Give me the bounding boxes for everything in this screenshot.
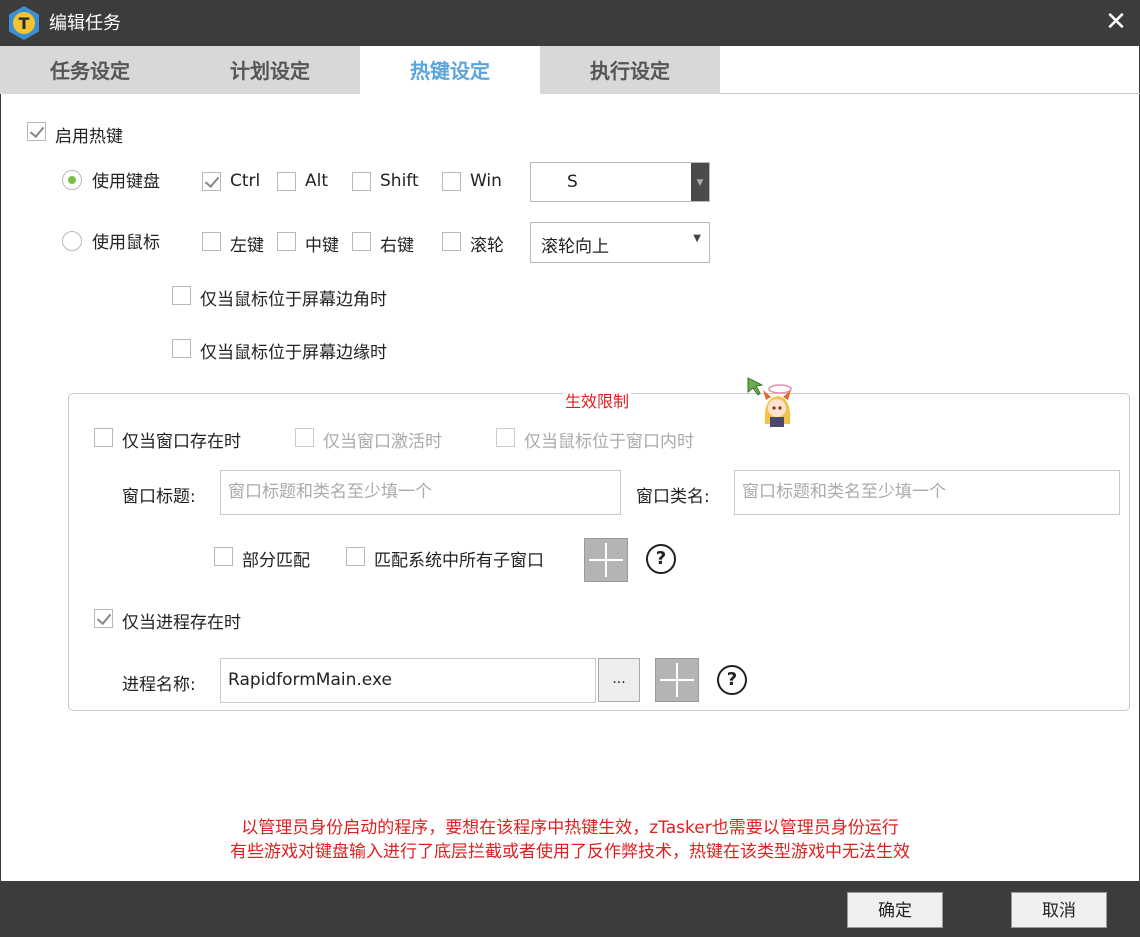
close-icon[interactable]: ✕ <box>1102 8 1130 36</box>
shift-checkbox[interactable] <box>352 172 371 191</box>
left-button-checkbox[interactable] <box>202 232 221 251</box>
window-class-label: 窗口类名: <box>636 487 710 507</box>
tab-hotkey-settings[interactable]: 热键设定 <box>360 46 540 94</box>
right-button-checkbox[interactable] <box>352 232 371 251</box>
tab-bar: 任务设定 计划设定 热键设定 执行设定 <box>0 46 1140 94</box>
match-children-checkbox[interactable] <box>346 547 365 566</box>
window-class-input[interactable]: 窗口标题和类名至少填一个 <box>734 470 1120 515</box>
anticheat-warning-note: 有些游戏对键盘输入进行了底层拦截或者使用了反作弊技术，热键在该类型游戏中无法生效 <box>230 842 910 862</box>
ctrl-label: Ctrl <box>230 171 261 191</box>
match-children-label: 匹配系统中所有子窗口 <box>374 551 544 571</box>
mouse-in-window-checkbox[interactable] <box>496 428 515 447</box>
wheel-direction-value: 滚轮向上 <box>541 237 609 257</box>
mascot-sticker-icon <box>745 376 799 430</box>
middle-button-checkbox[interactable] <box>277 232 296 251</box>
mouse-in-window-label: 仅当鼠标位于窗口内时 <box>524 432 694 452</box>
tab-execution-settings[interactable]: 执行设定 <box>540 46 720 94</box>
alt-label: Alt <box>305 171 329 191</box>
window-title: 编辑任务 <box>49 13 121 34</box>
process-name-label: 进程名称: <box>122 675 196 695</box>
title-bar: T 编辑任务 ✕ <box>0 0 1140 46</box>
chevron-down-icon[interactable]: ▼ <box>691 163 709 201</box>
screen-corner-checkbox[interactable] <box>172 286 191 305</box>
wheel-checkbox[interactable] <box>442 232 461 251</box>
partial-match-label: 部分匹配 <box>242 551 310 571</box>
window-active-label: 仅当窗口激活时 <box>323 432 442 452</box>
cancel-button[interactable]: 取消 <box>1011 892 1107 928</box>
shift-label: Shift <box>380 171 419 191</box>
wheel-label: 滚轮 <box>470 236 504 256</box>
screen-corner-label: 仅当鼠标位于屏幕边角时 <box>200 290 387 310</box>
use-mouse-label: 使用鼠标 <box>92 233 160 253</box>
win-checkbox[interactable] <box>442 172 461 191</box>
screen-edge-label: 仅当鼠标位于屏幕边缘时 <box>200 343 387 363</box>
process-picker-crosshair-icon[interactable] <box>655 658 699 702</box>
middle-button-label: 中键 <box>305 236 339 256</box>
process-exists-checkbox[interactable] <box>94 609 113 628</box>
window-active-checkbox[interactable] <box>295 428 314 447</box>
process-exists-label: 仅当进程存在时 <box>122 613 241 633</box>
process-name-input[interactable]: RapidformMain.exe <box>220 658 596 703</box>
enable-hotkey-checkbox[interactable] <box>27 122 46 141</box>
window-title-input[interactable]: 窗口标题和类名至少填一个 <box>220 470 621 515</box>
ctrl-checkbox[interactable] <box>202 172 221 191</box>
use-keyboard-radio[interactable] <box>62 170 82 190</box>
ok-button[interactable]: 确定 <box>847 892 943 928</box>
left-button-label: 左键 <box>230 236 264 256</box>
window-picker-crosshair-icon[interactable] <box>584 538 628 582</box>
svg-text:T: T <box>19 14 30 33</box>
footer-bar: 确定 取消 <box>0 881 1140 937</box>
app-logo-icon: T <box>6 5 42 41</box>
tab-task-settings[interactable]: 任务设定 <box>0 46 180 94</box>
win-label: Win <box>470 171 502 191</box>
browse-process-button[interactable]: ... <box>598 658 640 702</box>
screen-edge-checkbox[interactable] <box>172 339 191 358</box>
window-exists-label: 仅当窗口存在时 <box>122 432 241 452</box>
partial-match-checkbox[interactable] <box>214 547 233 566</box>
alt-checkbox[interactable] <box>277 172 296 191</box>
window-title-label: 窗口标题: <box>122 487 196 507</box>
wheel-direction-select[interactable]: 滚轮向上 ▼ <box>530 222 710 263</box>
chevron-down-icon: ▼ <box>693 233 701 244</box>
admin-warning-note: 以管理员身份启动的程序，要想在该程序中热键生效，zTasker也需要以管理员身份… <box>241 818 899 838</box>
use-keyboard-label: 使用键盘 <box>92 172 160 192</box>
window-exists-checkbox[interactable] <box>94 428 113 447</box>
right-button-label: 右键 <box>380 236 414 256</box>
hotkey-key-value: S <box>567 172 578 192</box>
tab-schedule-settings[interactable]: 计划设定 <box>180 46 360 94</box>
use-mouse-radio[interactable] <box>62 231 82 251</box>
help-icon[interactable]: ? <box>717 665 747 695</box>
enable-hotkey-label: 启用热键 <box>55 127 123 147</box>
restriction-group-title: 生效限制 <box>563 388 632 412</box>
help-icon[interactable]: ? <box>646 544 676 574</box>
hotkey-key-select[interactable]: S ▼ <box>530 162 710 202</box>
